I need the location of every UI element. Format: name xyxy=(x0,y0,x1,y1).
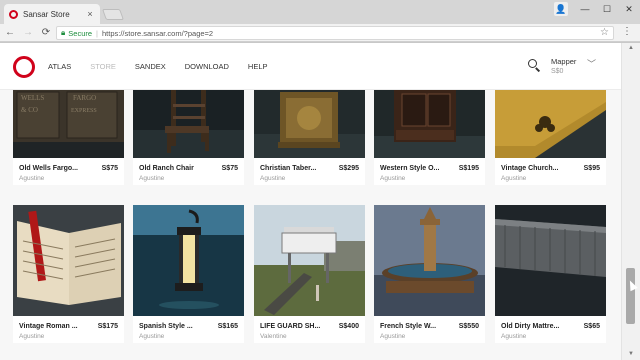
product-card[interactable]: Old Ranch Chair S$75 Agustine xyxy=(133,90,244,185)
product-info: Old Ranch Chair S$75 Agustine xyxy=(133,158,244,185)
main-nav: ATLAS STORE SANDEX DOWNLOAD HELP xyxy=(48,62,287,71)
product-card[interactable]: Western Style O... S$195 Agustine xyxy=(374,90,485,185)
product-info: Old Wells Fargo... S$75 Agustine xyxy=(13,158,124,185)
product-price: S$75 xyxy=(221,165,238,172)
product-image-western-style[interactable] xyxy=(374,90,485,158)
product-image-roman-book[interactable] xyxy=(13,205,124,316)
product-creator[interactable]: Valentine xyxy=(260,333,359,340)
minimize-button[interactable]: — xyxy=(574,0,596,18)
window-controls: — ☐ ✕ xyxy=(574,0,640,18)
product-card[interactable]: French Style W... S$550 Agustine xyxy=(374,205,485,343)
balance: S$0 xyxy=(551,68,564,75)
product-image-fountain[interactable] xyxy=(374,205,485,316)
product-price: S$195 xyxy=(458,165,479,172)
product-card[interactable]: LIFE GUARD SH... S$400 Valentine xyxy=(254,205,365,343)
product-image-mattress[interactable] xyxy=(495,205,606,316)
product-creator[interactable]: Agustine xyxy=(19,333,118,340)
back-icon[interactable]: ← xyxy=(2,25,18,41)
product-price: S$65 xyxy=(583,323,600,330)
close-window-button[interactable]: ✕ xyxy=(618,0,640,18)
product-card[interactable]: Christian Taber... S$295 Agustine xyxy=(254,90,365,185)
username: Mapper xyxy=(551,57,577,66)
scroll-down-arrow-icon[interactable]: ▼ xyxy=(628,351,634,357)
svg-text:EXPRESS: EXPRESS xyxy=(71,108,97,114)
tab-strip: Sansar Store × 👤 — ☐ ✕ xyxy=(0,0,640,24)
secure-label: Secure xyxy=(68,28,93,38)
product-card[interactable]: Old Dirty Mattre... S$65 Agustine xyxy=(495,205,606,343)
browser-tab[interactable]: Sansar Store × xyxy=(4,4,100,24)
product-price: S$165 xyxy=(217,323,238,330)
product-price: S$75 xyxy=(101,165,118,172)
reload-icon[interactable]: ⟳ xyxy=(38,25,54,41)
product-card[interactable]: Spanish Style ... S$165 Agustine xyxy=(133,205,244,343)
address-bar[interactable]: 🔒︎ Secure | https://store.sansar.com/?pa… xyxy=(56,26,614,40)
new-tab-button[interactable] xyxy=(101,9,125,20)
product-info: LIFE GUARD SH... S$400 Valentine xyxy=(254,316,365,343)
product-creator[interactable]: Agustine xyxy=(260,175,359,182)
search-icon[interactable] xyxy=(527,58,541,72)
product-creator[interactable]: Agustine xyxy=(380,175,479,182)
svg-text:& CO: & CO xyxy=(21,106,38,114)
product-image-tabernacle[interactable] xyxy=(254,90,365,158)
product-info: Vintage Church... S$95 Agustine xyxy=(495,158,606,185)
svg-text:FARGO: FARGO xyxy=(73,94,96,102)
url-text: https://store.sansar.com/?page=2 xyxy=(101,28,214,38)
product-creator[interactable]: Agustine xyxy=(501,175,600,182)
product-creator[interactable]: Agustine xyxy=(19,175,118,182)
maximize-button[interactable]: ☐ xyxy=(596,0,618,18)
page-scrollbar[interactable]: ▲ ▼ xyxy=(621,43,640,360)
browser-toolbar: ← → ⟳ 🔒︎ Secure | https://store.sansar.c… xyxy=(0,24,640,42)
nav-link-download[interactable]: DOWNLOAD xyxy=(185,62,229,71)
product-info: Western Style O... S$195 Agustine xyxy=(374,158,485,185)
chevron-down-icon[interactable]: ﹀ xyxy=(587,57,596,70)
product-image-lifeguard[interactable] xyxy=(254,205,365,316)
product-image-church[interactable] xyxy=(495,90,606,158)
product-image-lantern[interactable] xyxy=(133,205,244,316)
product-creator[interactable]: Agustine xyxy=(139,333,238,340)
product-creator[interactable]: Agustine xyxy=(139,175,238,182)
product-price: S$175 xyxy=(97,323,118,330)
profile-icon[interactable]: 👤 xyxy=(554,2,568,16)
product-price: S$400 xyxy=(338,323,359,330)
product-card[interactable]: WELLS FARGO & CO EXPRESS Old Wells Fargo… xyxy=(13,90,124,185)
product-card[interactable]: Vintage Church... S$95 Agustine xyxy=(495,90,606,185)
scroll-up-arrow-icon[interactable]: ▲ xyxy=(628,45,634,51)
forward-icon[interactable]: → xyxy=(20,25,36,41)
product-price: S$295 xyxy=(338,165,359,172)
product-card[interactable]: Vintage Roman ... S$175 Agustine xyxy=(13,205,124,343)
product-creator[interactable]: Agustine xyxy=(501,333,600,340)
site-header: ATLAS STORE SANDEX DOWNLOAD HELP Mapper … xyxy=(0,43,621,90)
scrollbar-thumb[interactable] xyxy=(626,268,635,324)
nav-link-help[interactable]: HELP xyxy=(248,62,268,71)
product-price: S$95 xyxy=(583,165,600,172)
sansar-logo-icon[interactable] xyxy=(13,56,35,78)
product-info: Christian Taber... S$295 Agustine xyxy=(254,158,365,185)
product-info: Vintage Roman ... S$175 Agustine xyxy=(13,316,124,343)
lock-icon: 🔒︎ xyxy=(61,28,66,37)
omnibox-divider: | xyxy=(96,28,98,38)
bookmark-star-icon[interactable]: ☆ xyxy=(600,27,609,38)
product-image-ranch-chair[interactable] xyxy=(133,90,244,158)
product-info: Old Dirty Mattre... S$65 Agustine xyxy=(495,316,606,343)
svg-text:WELLS: WELLS xyxy=(21,94,44,102)
product-info: French Style W... S$550 Agustine xyxy=(374,316,485,343)
product-creator[interactable]: Agustine xyxy=(380,333,479,340)
product-price: S$550 xyxy=(458,323,479,330)
browser-menu-icon[interactable]: ⋮ xyxy=(622,26,632,37)
user-account[interactable]: Mapper S$0 xyxy=(551,57,576,75)
store-page: WELLS FARGO & CO EXPRESS Old Wells Fargo… xyxy=(0,43,621,360)
product-image-wells-fargo[interactable]: WELLS FARGO & CO EXPRESS xyxy=(13,90,124,158)
product-info: Spanish Style ... S$165 Agustine xyxy=(133,316,244,343)
nav-link-atlas[interactable]: ATLAS xyxy=(48,62,71,71)
sansar-favicon-icon xyxy=(9,9,18,19)
nav-link-store[interactable]: STORE xyxy=(90,62,116,71)
tab-close-icon[interactable]: × xyxy=(85,9,95,19)
tab-title: Sansar Store xyxy=(23,9,70,19)
nav-link-sandex[interactable]: SANDEX xyxy=(135,62,166,71)
